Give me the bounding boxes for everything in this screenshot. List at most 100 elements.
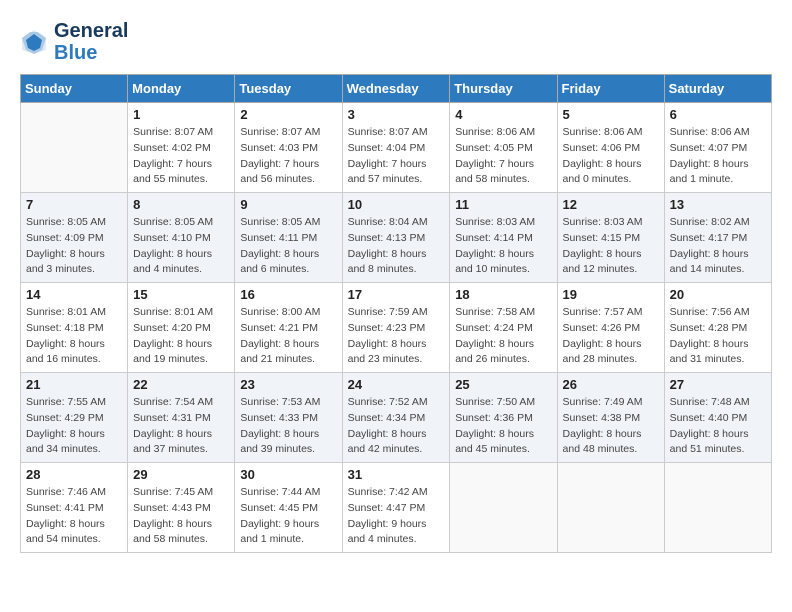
- day-info: Sunrise: 8:02 AMSunset: 4:17 PMDaylight:…: [670, 215, 766, 278]
- day-number: 7: [26, 197, 122, 212]
- day-number: 9: [240, 197, 336, 212]
- day-number: 17: [348, 287, 445, 302]
- calendar-cell: 29 Sunrise: 7:45 AMSunset: 4:43 PMDayligh…: [128, 463, 235, 553]
- day-info: Sunrise: 7:58 AMSunset: 4:24 PMDaylight:…: [455, 305, 551, 368]
- day-number: 18: [455, 287, 551, 302]
- weekday-header-saturday: Saturday: [664, 75, 771, 103]
- day-number: 23: [240, 377, 336, 392]
- week-row-3: 14 Sunrise: 8:01 AMSunset: 4:18 PMDayligh…: [21, 283, 772, 373]
- weekday-header-monday: Monday: [128, 75, 235, 103]
- day-info: Sunrise: 8:07 AMSunset: 4:04 PMDaylight:…: [348, 125, 445, 188]
- weekday-header-friday: Friday: [557, 75, 664, 103]
- calendar-cell: 7 Sunrise: 8:05 AMSunset: 4:09 PMDaylight…: [21, 193, 128, 283]
- day-info: Sunrise: 8:05 AMSunset: 4:10 PMDaylight:…: [133, 215, 229, 278]
- day-number: 27: [670, 377, 766, 392]
- weekday-header-row: SundayMondayTuesdayWednesdayThursdayFrid…: [21, 75, 772, 103]
- day-number: 29: [133, 467, 229, 482]
- calendar-cell: 3 Sunrise: 8:07 AMSunset: 4:04 PMDaylight…: [342, 103, 450, 193]
- day-number: 26: [563, 377, 659, 392]
- day-info: Sunrise: 7:57 AMSunset: 4:26 PMDaylight:…: [563, 305, 659, 368]
- calendar-cell: [557, 463, 664, 553]
- day-info: Sunrise: 8:05 AMSunset: 4:09 PMDaylight:…: [26, 215, 122, 278]
- calendar-cell: 20 Sunrise: 7:56 AMSunset: 4:28 PMDayligh…: [664, 283, 771, 373]
- day-info: Sunrise: 8:07 AMSunset: 4:03 PMDaylight:…: [240, 125, 336, 188]
- logo-line1: General: [54, 20, 128, 42]
- day-info: Sunrise: 8:06 AMSunset: 4:07 PMDaylight:…: [670, 125, 766, 188]
- day-info: Sunrise: 7:50 AMSunset: 4:36 PMDaylight:…: [455, 395, 551, 458]
- day-number: 24: [348, 377, 445, 392]
- day-number: 2: [240, 107, 336, 122]
- logo-line2: Blue: [54, 42, 128, 64]
- calendar-cell: 16Sunrise: 8:00 AMSunset: 4:21 PMDayligh…: [235, 283, 342, 373]
- calendar-cell: 19 Sunrise: 7:57 AMSunset: 4:26 PMDayligh…: [557, 283, 664, 373]
- day-number: 16: [240, 287, 336, 302]
- day-number: 12: [563, 197, 659, 212]
- day-info: Sunrise: 7:48 AMSunset: 4:40 PMDaylight:…: [670, 395, 766, 458]
- day-info: Sunrise: 7:55 AMSunset: 4:29 PMDaylight:…: [26, 395, 122, 458]
- day-number: 1: [133, 107, 229, 122]
- calendar-cell: 14 Sunrise: 8:01 AMSunset: 4:18 PMDayligh…: [21, 283, 128, 373]
- calendar-cell: 28Sunrise: 7:46 AMSunset: 4:41 PMDayligh…: [21, 463, 128, 553]
- day-info: Sunrise: 7:56 AMSunset: 4:28 PMDaylight:…: [670, 305, 766, 368]
- day-info: Sunrise: 8:01 AMSunset: 4:20 PMDaylight:…: [133, 305, 229, 368]
- calendar-cell: 4 Sunrise: 8:06 AMSunset: 4:05 PMDaylight…: [450, 103, 557, 193]
- day-number: 31: [348, 467, 445, 482]
- calendar-cell: 27 Sunrise: 7:48 AMSunset: 4:40 PMDayligh…: [664, 373, 771, 463]
- day-info: Sunrise: 7:46 AMSunset: 4:41 PMDaylight:…: [26, 485, 122, 548]
- day-number: 11: [455, 197, 551, 212]
- day-info: Sunrise: 7:53 AMSunset: 4:33 PMDaylight:…: [240, 395, 336, 458]
- day-number: 8: [133, 197, 229, 212]
- week-row-5: 28Sunrise: 7:46 AMSunset: 4:41 PMDayligh…: [21, 463, 772, 553]
- day-info: Sunrise: 8:06 AMSunset: 4:05 PMDaylight:…: [455, 125, 551, 188]
- calendar-cell: 31 Sunrise: 7:42 AMSunset: 4:47 PMDayligh…: [342, 463, 450, 553]
- day-number: 30: [240, 467, 336, 482]
- week-row-4: 21 Sunrise: 7:55 AMSunset: 4:29 PMDayligh…: [21, 373, 772, 463]
- day-number: 3: [348, 107, 445, 122]
- day-number: 13: [670, 197, 766, 212]
- day-info: Sunrise: 8:03 AMSunset: 4:15 PMDaylight:…: [563, 215, 659, 278]
- calendar-cell: 1 Sunrise: 8:07 AMSunset: 4:02 PMDaylight…: [128, 103, 235, 193]
- day-info: Sunrise: 7:54 AMSunset: 4:31 PMDaylight:…: [133, 395, 229, 458]
- week-row-1: 1 Sunrise: 8:07 AMSunset: 4:02 PMDaylight…: [21, 103, 772, 193]
- calendar-cell: 11 Sunrise: 8:03 AMSunset: 4:14 PMDayligh…: [450, 193, 557, 283]
- day-number: 6: [670, 107, 766, 122]
- day-info: Sunrise: 8:05 AMSunset: 4:11 PMDaylight:…: [240, 215, 336, 278]
- weekday-header-tuesday: Tuesday: [235, 75, 342, 103]
- calendar-cell: 17Sunrise: 7:59 AMSunset: 4:23 PMDayligh…: [342, 283, 450, 373]
- calendar-cell: 15Sunrise: 8:01 AMSunset: 4:20 PMDayligh…: [128, 283, 235, 373]
- day-number: 25: [455, 377, 551, 392]
- day-info: Sunrise: 8:07 AMSunset: 4:02 PMDaylight:…: [133, 125, 229, 188]
- calendar-cell: 25 Sunrise: 7:50 AMSunset: 4:36 PMDayligh…: [450, 373, 557, 463]
- day-number: 4: [455, 107, 551, 122]
- calendar-cell: 26 Sunrise: 7:49 AMSunset: 4:38 PMDayligh…: [557, 373, 664, 463]
- calendar-cell: 18 Sunrise: 7:58 AMSunset: 4:24 PMDayligh…: [450, 283, 557, 373]
- day-number: 20: [670, 287, 766, 302]
- day-info: Sunrise: 8:04 AMSunset: 4:13 PMDaylight:…: [348, 215, 445, 278]
- calendar-cell: 24 Sunrise: 7:52 AMSunset: 4:34 PMDayligh…: [342, 373, 450, 463]
- day-info: Sunrise: 8:01 AMSunset: 4:18 PMDaylight:…: [26, 305, 122, 368]
- weekday-header-thursday: Thursday: [450, 75, 557, 103]
- weekday-header-wednesday: Wednesday: [342, 75, 450, 103]
- calendar-cell: 10 Sunrise: 8:04 AMSunset: 4:13 PMDayligh…: [342, 193, 450, 283]
- calendar-cell: [450, 463, 557, 553]
- calendar-cell: [664, 463, 771, 553]
- calendar-cell: 30 Sunrise: 7:44 AMSunset: 4:45 PMDayligh…: [235, 463, 342, 553]
- day-number: 21: [26, 377, 122, 392]
- calendar-cell: 21 Sunrise: 7:55 AMSunset: 4:29 PMDayligh…: [21, 373, 128, 463]
- calendar-cell: 2 Sunrise: 8:07 AMSunset: 4:03 PMDaylight…: [235, 103, 342, 193]
- day-number: 10: [348, 197, 445, 212]
- day-info: Sunrise: 7:44 AMSunset: 4:45 PMDaylight:…: [240, 485, 336, 548]
- calendar-cell: 12 Sunrise: 8:03 AMSunset: 4:15 PMDayligh…: [557, 193, 664, 283]
- calendar-cell: [21, 103, 128, 193]
- day-number: 19: [563, 287, 659, 302]
- day-info: Sunrise: 7:52 AMSunset: 4:34 PMDaylight:…: [348, 395, 445, 458]
- day-number: 5: [563, 107, 659, 122]
- calendar-cell: 5Sunrise: 8:06 AMSunset: 4:06 PMDaylight…: [557, 103, 664, 193]
- day-info: Sunrise: 8:03 AMSunset: 4:14 PMDaylight:…: [455, 215, 551, 278]
- day-info: Sunrise: 7:49 AMSunset: 4:38 PMDaylight:…: [563, 395, 659, 458]
- day-info: Sunrise: 7:42 AMSunset: 4:47 PMDaylight:…: [348, 485, 445, 548]
- calendar-cell: 9 Sunrise: 8:05 AMSunset: 4:11 PMDaylight…: [235, 193, 342, 283]
- day-number: 14: [26, 287, 122, 302]
- calendar-cell: 6 Sunrise: 8:06 AMSunset: 4:07 PMDaylight…: [664, 103, 771, 193]
- day-info: Sunrise: 7:45 AMSunset: 4:43 PMDaylight:…: [133, 485, 229, 548]
